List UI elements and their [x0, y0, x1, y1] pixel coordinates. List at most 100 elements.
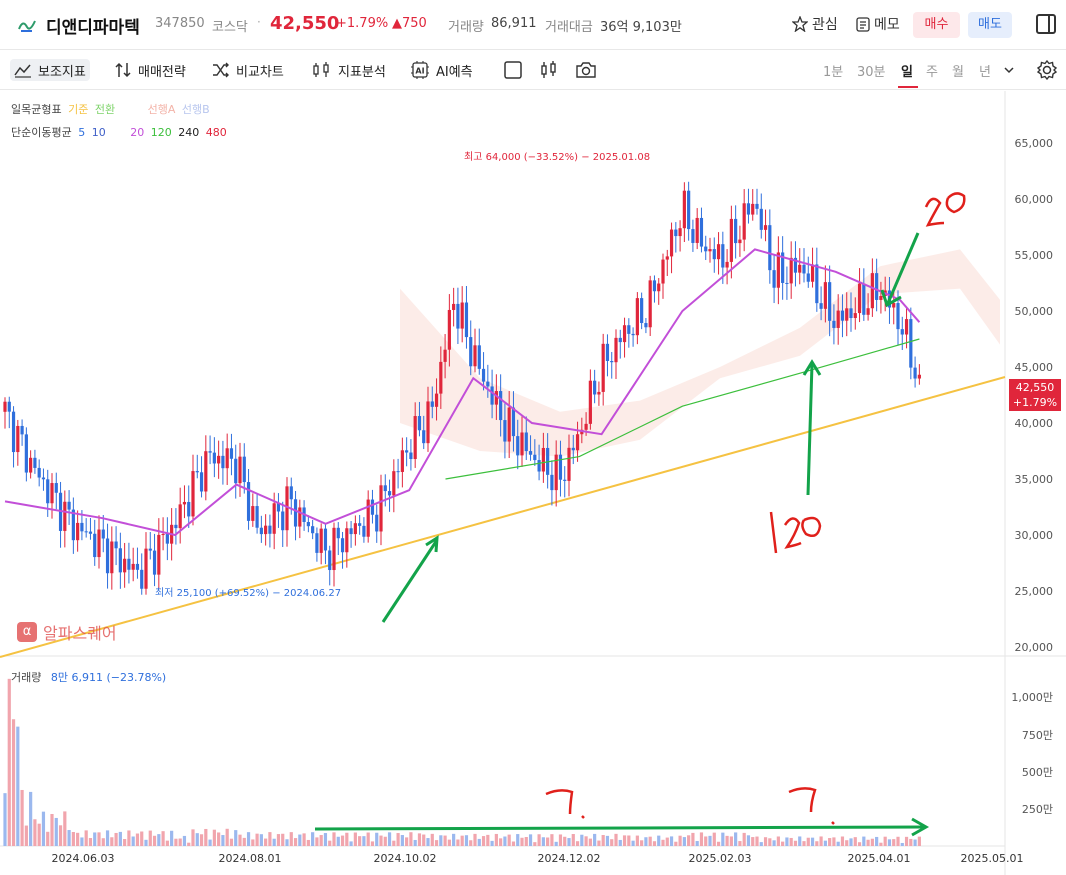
volume-bar [182, 835, 187, 846]
candle-body [896, 303, 900, 330]
volume-bar [546, 837, 550, 846]
price-tag-value: 42,550 [1015, 381, 1055, 394]
volume-bar [170, 830, 174, 846]
candle-body [178, 504, 182, 529]
candle-body [768, 225, 772, 271]
volume-bar [810, 837, 815, 846]
chart-toolbar: 보조지표 매매전략 비교차트 지표분석 AI AI예측 1분 30분 일 주 월… [0, 50, 1066, 90]
candle-body [597, 391, 601, 395]
volume-bar [798, 836, 802, 846]
candle-body [452, 303, 456, 310]
volume-bar [554, 841, 558, 846]
volume-legend-value: 8만 6,911 (−23.78%) [50, 671, 167, 684]
volume-bar [97, 832, 101, 846]
candle-body [900, 329, 904, 335]
candle-body [798, 264, 802, 273]
candle-body [687, 190, 691, 230]
candle-body [148, 548, 152, 551]
volume-bar [802, 841, 806, 846]
compare-button[interactable]: 비교차트 [212, 59, 284, 81]
volume-bar [516, 834, 520, 846]
sell-button[interactable]: 매도 [968, 12, 1012, 38]
volume-bar [272, 838, 276, 846]
volume-bar [896, 836, 900, 846]
checkbox-button[interactable] [503, 59, 523, 81]
volume-bar [127, 830, 131, 846]
volume-bar [571, 834, 575, 846]
side-panel-icon[interactable] [1036, 14, 1056, 34]
period-week[interactable]: 주 [926, 61, 938, 80]
candle-body [593, 380, 597, 395]
candle-body [678, 228, 682, 237]
volume-bar [597, 840, 601, 846]
volume-bar [234, 830, 238, 846]
period-1min[interactable]: 1분 [823, 61, 843, 80]
volume-bar [558, 834, 563, 846]
volume-bar [815, 841, 819, 846]
candle-body [785, 282, 789, 284]
volume-bar [37, 823, 41, 846]
candle-body [763, 225, 768, 230]
candle-body [84, 531, 88, 533]
volume-bar [426, 838, 430, 846]
analysis-button[interactable]: 지표분석 [312, 59, 386, 81]
chevron-down-icon[interactable] [1003, 64, 1015, 76]
period-month[interactable]: 월 [952, 61, 964, 80]
volume-y-tick: 1,000만 [1011, 691, 1053, 704]
candle-body [802, 264, 806, 274]
volume-bar [46, 831, 50, 846]
candle-body [349, 528, 353, 535]
candle-body [712, 249, 716, 260]
y-tick: 35,000 [1014, 473, 1054, 486]
gear-icon[interactable] [1036, 59, 1058, 81]
chart-type-button[interactable] [539, 59, 559, 81]
volume-bar [823, 840, 827, 846]
period-day[interactable]: 일 [901, 61, 913, 80]
volume-bar [144, 839, 148, 846]
indicator-icon [14, 64, 31, 78]
volume-bar [746, 835, 751, 846]
volume-bar [447, 839, 451, 846]
candle-body [815, 264, 819, 304]
volume-bar [217, 832, 221, 846]
volume-bar [452, 833, 456, 846]
stock-name[interactable]: 디앤디파마텍 [46, 13, 140, 38]
candle-body [123, 558, 127, 573]
candle-body [255, 506, 259, 528]
strategy-icon [115, 62, 131, 78]
period-30min[interactable]: 30분 [857, 61, 886, 80]
volume-bar [644, 837, 648, 846]
volume-bar [627, 835, 631, 846]
memo-button[interactable]: 메모 [856, 14, 900, 34]
candle-body [20, 425, 24, 435]
screenshot-button[interactable] [575, 59, 597, 81]
favorite-button[interactable]: 관심 [792, 14, 838, 34]
candle-body [144, 548, 148, 589]
period-year[interactable]: 년 [979, 61, 991, 80]
candle-body [477, 345, 481, 369]
volume-bar [246, 832, 251, 846]
volume-bar [29, 791, 33, 846]
price-chart[interactable] [0, 91, 1066, 875]
volume-bar [332, 832, 336, 846]
handwritten-20 [924, 192, 966, 227]
candle-body [204, 451, 208, 492]
candle-body [281, 511, 285, 531]
ai-forecast-button[interactable]: AI AI예측 [410, 59, 473, 81]
volume-bar [199, 834, 204, 846]
volume-bar [669, 836, 674, 846]
volume-bar [306, 839, 310, 846]
y-tick: 20,000 [1014, 641, 1054, 654]
indicators-button[interactable]: 보조지표 [10, 59, 90, 81]
buy-button[interactable]: 매수 [913, 12, 960, 38]
price-tag-pct: +1.79% [1012, 396, 1058, 409]
volume-bar [400, 835, 404, 846]
change-amount: ▲750 [392, 16, 427, 31]
volume-bar [477, 838, 481, 846]
volume-bar [242, 837, 246, 846]
strategy-button[interactable]: 매매전략 [114, 59, 186, 81]
candle-body [161, 534, 165, 536]
candle-body [392, 471, 396, 496]
volume-bar [883, 836, 887, 846]
candle-body [652, 280, 657, 292]
